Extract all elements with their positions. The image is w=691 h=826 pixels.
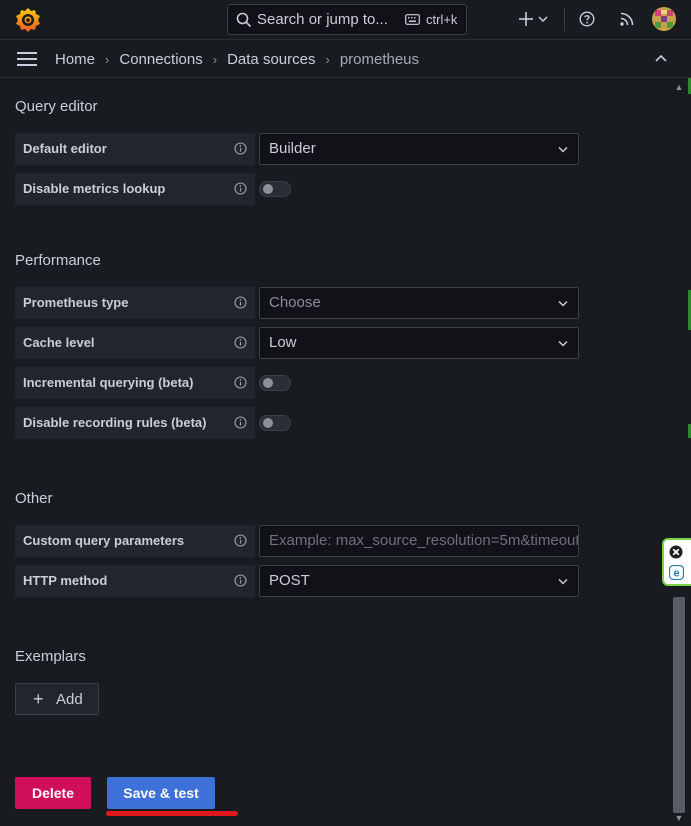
label-text: Incremental querying (beta) [23, 375, 194, 390]
extension-widget: e [662, 538, 691, 586]
chevron-down-icon [558, 146, 568, 153]
section-title-exemplars: Exemplars [15, 648, 86, 665]
chevron-down-icon[interactable] [538, 15, 548, 23]
select-value: POST [269, 572, 310, 589]
label-disable-recording-rules: Disable recording rules (beta) [15, 407, 255, 439]
toggle-knob [263, 418, 273, 428]
help-icon[interactable] [579, 11, 595, 27]
info-icon[interactable] [234, 574, 247, 587]
info-icon[interactable] [234, 182, 247, 195]
grafana-logo-icon[interactable] [14, 6, 42, 34]
toggle-knob [263, 378, 273, 388]
new-plus-icon[interactable] [518, 11, 534, 27]
label-text: HTTP method [23, 573, 108, 588]
search-placeholder: Search or jump to... [257, 11, 388, 28]
close-icon[interactable] [669, 545, 683, 559]
search-icon [236, 12, 252, 28]
search-bar[interactable]: Search or jump to... ctrl+k [227, 4, 467, 35]
label-default-editor: Default editor [15, 133, 255, 165]
breadcrumb: Home › Connections › Data sources › prom… [55, 51, 419, 68]
breadcrumb-separator-icon: › [325, 52, 330, 67]
section-title-other: Other [15, 490, 53, 507]
toggle-knob [263, 184, 273, 194]
delete-button[interactable]: Delete [15, 777, 91, 809]
prometheus-type-select[interactable]: Choose [259, 287, 579, 319]
chevron-down-icon [558, 578, 568, 585]
rss-news-icon[interactable] [619, 11, 635, 27]
select-placeholder: Choose [269, 294, 321, 311]
chevron-down-icon [558, 340, 568, 347]
scroll-down-arrow-icon[interactable]: ▼ [673, 813, 685, 823]
breadcrumb-data-sources[interactable]: Data sources [227, 51, 315, 68]
disable-metrics-lookup-toggle[interactable] [259, 181, 291, 197]
section-title-query-editor: Query editor [15, 98, 98, 115]
http-method-select[interactable]: POST [259, 565, 579, 597]
cache-level-select[interactable]: Low [259, 327, 579, 359]
chevron-up-icon[interactable] [655, 54, 667, 62]
menu-icon[interactable] [17, 52, 37, 66]
label-prometheus-type: Prometheus type [15, 287, 255, 319]
label-text: Disable metrics lookup [23, 181, 166, 196]
label-text: Default editor [23, 141, 107, 156]
info-icon[interactable] [234, 296, 247, 309]
breadcrumb-bar: Home › Connections › Data sources › prom… [0, 40, 691, 78]
info-icon[interactable] [234, 534, 247, 547]
label-http-method: HTTP method [15, 565, 255, 597]
label-disable-metrics-lookup: Disable metrics lookup [15, 173, 255, 205]
disable-recording-rules-toggle[interactable] [259, 415, 291, 431]
scrollbar-thumb[interactable] [673, 597, 685, 813]
label-text: Cache level [23, 335, 95, 350]
breadcrumb-connections[interactable]: Connections [119, 51, 202, 68]
info-icon[interactable] [234, 416, 247, 429]
add-exemplar-button[interactable]: + Add [15, 683, 99, 715]
label-text: Prometheus type [23, 295, 129, 310]
input-placeholder: Example: max_source_resolution=5m&timeou… [269, 532, 579, 549]
keyboard-icon [405, 14, 420, 25]
scroll-up-arrow-icon[interactable]: ▲ [673, 82, 685, 92]
label-cache-level: Cache level [15, 327, 255, 359]
label-text: Disable recording rules (beta) [23, 415, 207, 430]
label-incremental-querying: Incremental querying (beta) [15, 367, 255, 399]
breadcrumb-home[interactable]: Home [55, 51, 95, 68]
info-icon[interactable] [234, 336, 247, 349]
annotation-underline [106, 811, 238, 816]
top-navbar: Search or jump to... ctrl+k [0, 0, 691, 40]
chevron-down-icon [558, 300, 568, 307]
search-shortcut: ctrl+k [426, 12, 458, 27]
select-value: Low [269, 334, 297, 351]
user-avatar[interactable] [652, 7, 676, 31]
extension-e-icon[interactable]: e [669, 565, 684, 580]
custom-query-parameters-input[interactable]: Example: max_source_resolution=5m&timeou… [259, 525, 579, 557]
section-title-performance: Performance [15, 252, 101, 269]
breadcrumb-current: prometheus [339, 51, 420, 68]
topbar-divider [564, 8, 565, 31]
breadcrumb-separator-icon: › [105, 52, 110, 67]
info-icon[interactable] [234, 376, 247, 389]
add-button-label: Add [56, 691, 83, 708]
select-value: Builder [269, 140, 316, 157]
label-custom-query-parameters: Custom query parameters [15, 525, 255, 557]
info-icon[interactable] [234, 142, 247, 155]
plus-icon: + [33, 689, 44, 709]
label-text: Custom query parameters [23, 533, 185, 548]
svg-text:e: e [673, 568, 679, 580]
save-and-test-button[interactable]: Save & test [107, 777, 215, 809]
breadcrumb-separator-icon: › [212, 52, 218, 67]
default-editor-select[interactable]: Builder [259, 133, 579, 165]
incremental-querying-toggle[interactable] [259, 375, 291, 391]
